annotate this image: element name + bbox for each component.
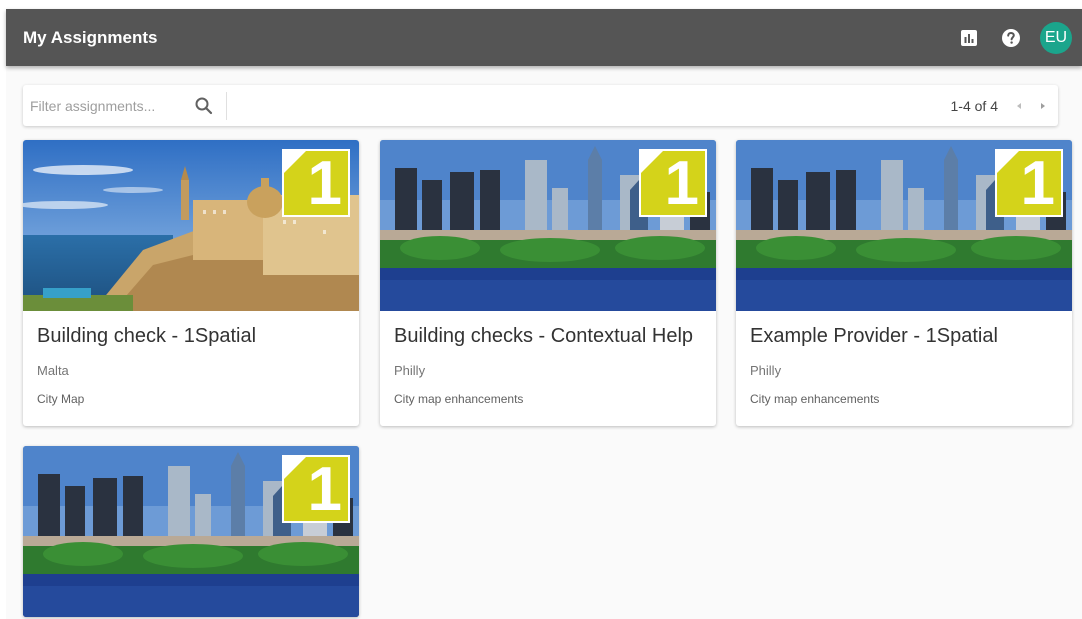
card-badge: 1 [282, 149, 350, 218]
card-badge: 1 [995, 149, 1063, 218]
card-body: Building check - 1Spatial Malta City Map [23, 311, 359, 426]
reports-button[interactable] [956, 25, 982, 51]
assignment-card[interactable]: 1 Example Provider - 1Spatial Philly Cit… [736, 140, 1072, 426]
card-location: Philly [750, 363, 782, 378]
card-image-philly: 1 [23, 446, 359, 617]
next-page-button[interactable] [1034, 97, 1052, 115]
card-title: Building checks - Contextual Help [394, 325, 694, 347]
pagination-range: 1-4 of 4 [950, 97, 998, 114]
card-badge: 1 [639, 149, 707, 218]
card-image-philly: 1 [380, 140, 716, 311]
badge-number: 1 [307, 149, 342, 218]
filter-divider [226, 91, 227, 120]
help-icon [1002, 28, 1020, 47]
badge-number: 1 [307, 455, 342, 524]
filter-assignments-input[interactable] [30, 90, 188, 121]
card-title: Building check - 1Spatial [37, 325, 257, 347]
card-image-philly: 1 [736, 140, 1072, 311]
filter-bar: 1-4 of 4 [23, 85, 1058, 126]
top-gap [0, 0, 1082, 9]
card-location: Malta [37, 363, 69, 378]
card-description: City Map [37, 392, 85, 406]
help-button[interactable] [998, 25, 1024, 51]
card-body: Example Provider - 1Spatial Philly City … [736, 311, 1072, 426]
assignment-card[interactable]: 1 [23, 446, 359, 617]
user-avatar[interactable]: EU [1040, 21, 1072, 54]
previous-page-button[interactable] [1010, 97, 1028, 115]
page-title: My Assignments [23, 27, 158, 47]
assignment-card[interactable]: 1 Building check - 1Spatial Malta City M… [23, 140, 359, 426]
card-image-malta: 1 [23, 140, 359, 311]
bar-chart-icon [961, 29, 977, 46]
app-bar-actions: EU [956, 21, 1082, 54]
card-title: Example Provider - 1Spatial [750, 325, 998, 347]
card-badge: 1 [282, 455, 350, 524]
app-bar: My Assignments EU [6, 9, 1082, 66]
chevron-left-icon [1017, 102, 1021, 109]
card-description: City map enhancements [394, 392, 524, 406]
card-location: Philly [394, 363, 426, 378]
card-body: Building checks - Contextual Help Philly… [380, 311, 716, 426]
search-icon[interactable] [194, 96, 214, 116]
assignment-card[interactable]: 1 Building checks - Contextual Help Phil… [380, 140, 716, 426]
badge-number: 1 [664, 149, 699, 218]
badge-number: 1 [1020, 149, 1055, 218]
left-edge [0, 9, 6, 619]
chevron-right-icon [1041, 102, 1045, 109]
card-description: City map enhancements [750, 392, 880, 406]
